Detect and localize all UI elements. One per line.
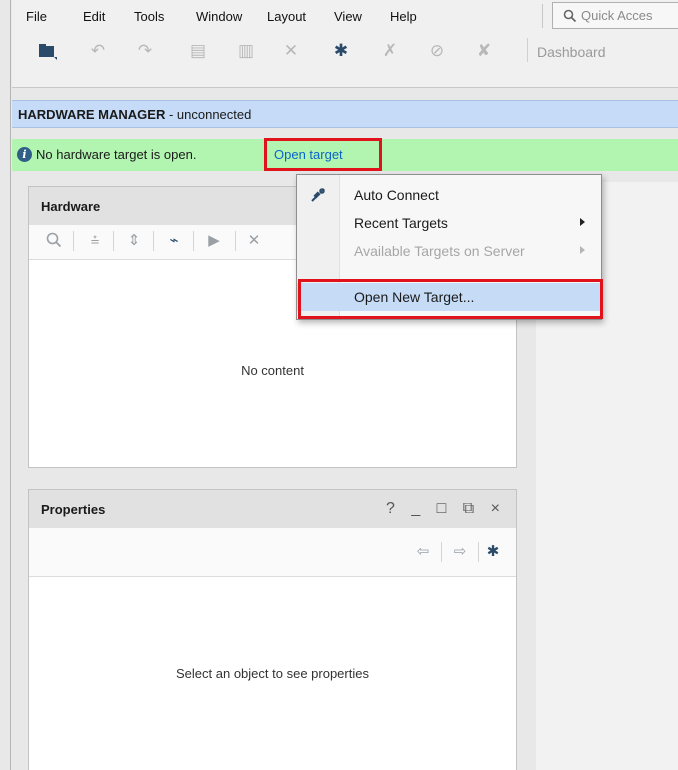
quick-access-search[interactable]: Quick Acces (552, 2, 678, 29)
search-icon[interactable] (43, 229, 65, 251)
properties-panel-header: Properties ? _ □ ⧉ × (29, 490, 516, 528)
auto-fix-icon[interactable]: ✗ (379, 40, 401, 62)
properties-empty-text: Select an object to see properties (176, 666, 369, 681)
open-target-highlight (264, 138, 382, 171)
hardware-empty-text: No content (241, 363, 304, 378)
vivado-window: File Edit Tools Window Layout View Help … (0, 0, 678, 770)
forward-arrow-icon[interactable]: ⇨ (449, 540, 471, 562)
left-border (0, 0, 11, 770)
menu-tools[interactable]: Tools (134, 9, 164, 24)
connection-status: - unconnected (165, 107, 252, 122)
menu-file[interactable]: File (26, 9, 47, 24)
auto-connect-icon[interactable]: ⌁ (163, 229, 185, 251)
menu-help[interactable]: Help (390, 9, 417, 24)
menu-view[interactable]: View (334, 9, 362, 24)
settings-icon[interactable]: ✱ (482, 540, 504, 562)
back-arrow-icon[interactable]: ⇦ (412, 540, 434, 562)
menu-item-label: Recent Targets (354, 215, 448, 231)
menu-window[interactable]: Window (196, 9, 242, 24)
info-icon: i (17, 147, 32, 162)
toolbar-separator (441, 542, 442, 562)
toolbar-separator (235, 231, 236, 251)
dashboard-button[interactable]: Dashboard (537, 44, 606, 60)
paste-icon[interactable]: ▥ (235, 40, 257, 62)
menu-item-available-targets: Available Targets on Server (297, 237, 601, 265)
toolbar-separator (478, 542, 479, 562)
menu-item-label: Auto Connect (354, 187, 439, 203)
expand-all-icon[interactable]: ⇕ (123, 229, 145, 251)
menu-layout[interactable]: Layout (267, 9, 306, 24)
open-project-icon[interactable] (37, 40, 59, 62)
menu-item-label: Available Targets on Server (354, 243, 525, 259)
submenu-arrow-icon (580, 218, 585, 226)
delete-x-icon[interactable]: ✘ (473, 40, 495, 62)
hardware-panel-title: Hardware (41, 199, 101, 214)
collapse-all-icon[interactable]: ⩮ (84, 229, 106, 251)
copy-icon[interactable]: ▤ (187, 40, 209, 62)
toolbar-separator (527, 38, 528, 62)
menu-edit[interactable]: Edit (83, 9, 105, 24)
properties-panel-title: Properties (41, 502, 106, 517)
hardware-manager-name: HARDWARE MANAGER (18, 107, 166, 122)
info-message: No hardware target is open. (36, 147, 197, 162)
main-toolbar: ↶ ↷ ▤ ▥ ✕ ✱ ✗ ⊘ ✘ Dashboard (12, 32, 678, 88)
menu-item-auto-connect[interactable]: Auto Connect (297, 181, 601, 209)
menu-item-recent-targets[interactable]: Recent Targets (297, 209, 601, 237)
settings-icon[interactable]: ✱ (330, 40, 352, 62)
submenu-arrow-icon (580, 246, 585, 254)
menu-bar: File Edit Tools Window Layout View Help … (12, 0, 678, 32)
menu-separator (542, 4, 543, 28)
toolbar-separator (113, 231, 114, 251)
toolbar-separator (153, 231, 154, 251)
panel-window-controls[interactable]: ? _ □ ⧉ × (386, 500, 506, 518)
toolbar-separator (193, 231, 194, 251)
auto-connect-icon (311, 188, 325, 202)
hardware-manager-header: HARDWARE MANAGER - unconnected (12, 100, 678, 128)
redo-icon[interactable]: ↷ (134, 40, 156, 62)
undo-icon[interactable]: ↶ (87, 40, 109, 62)
properties-panel: Properties ? _ □ ⧉ × ⇦ ⇨ ✱ Select an obj… (28, 489, 517, 770)
stop-icon[interactable]: ✕ (243, 229, 265, 251)
run-icon[interactable]: ▶ (203, 229, 225, 251)
quick-access-placeholder: Quick Acces (581, 8, 653, 23)
hardware-manager-title: HARDWARE MANAGER - unconnected (18, 107, 251, 122)
delete-icon[interactable]: ✕ (280, 40, 302, 62)
properties-toolbar: ⇦ ⇨ ✱ (29, 528, 516, 577)
open-new-target-highlight (298, 279, 603, 319)
search-icon (563, 9, 577, 23)
toolbar-separator (73, 231, 74, 251)
disable-icon[interactable]: ⊘ (426, 40, 448, 62)
